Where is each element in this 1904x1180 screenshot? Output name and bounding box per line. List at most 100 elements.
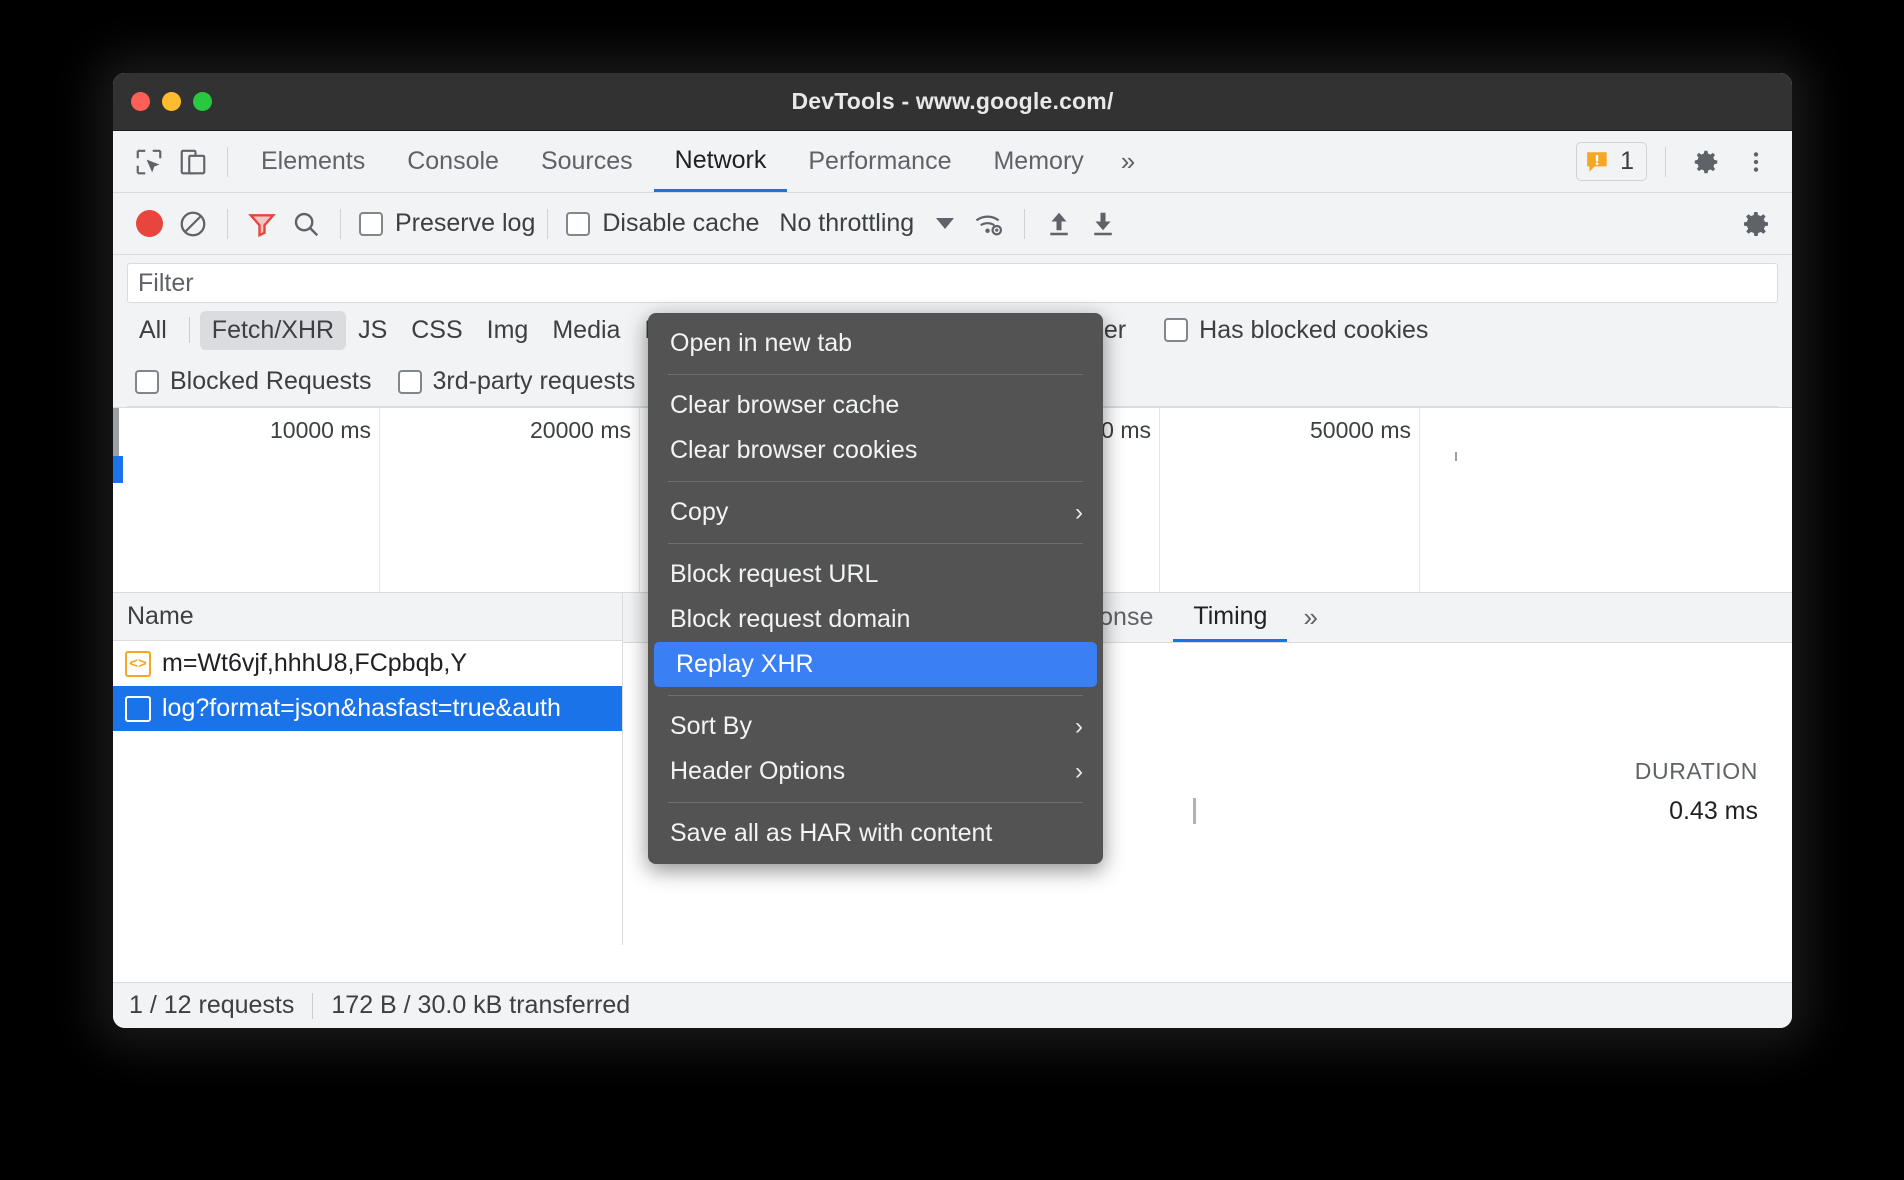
request-list-pane: Name <> m=Wt6vjf,hhhU8,FCpbqb,Y log?form… [113, 593, 623, 945]
has-blocked-cookies-checkbox[interactable]: Has blocked cookies [1164, 316, 1428, 345]
preserve-log-box [359, 212, 383, 236]
disable-cache-box [566, 212, 590, 236]
wifi-gear-icon[interactable] [968, 202, 1012, 246]
download-arrow-icon[interactable] [1081, 202, 1125, 246]
chevron-right-icon: › [1075, 713, 1083, 741]
gear-icon[interactable] [1684, 140, 1728, 184]
tab-timing[interactable]: Timing [1173, 593, 1287, 642]
menu-item-open-in-new-tab[interactable]: Open in new tab [648, 321, 1103, 366]
net-divider-1 [227, 209, 228, 239]
inspect-element-icon[interactable] [127, 140, 171, 184]
disable-cache-checkbox[interactable]: Disable cache [566, 209, 759, 238]
menu-separator [668, 695, 1083, 696]
status-bar: 1 / 12 requests 172 B / 30.0 kB transfer… [113, 982, 1792, 1028]
menu-separator [668, 481, 1083, 482]
request-name: m=Wt6vjf,hhhU8,FCpbqb,Y [162, 649, 467, 678]
network-toolbar: Preserve log Disable cache No throttling [113, 193, 1792, 255]
upload-arrow-icon[interactable] [1037, 202, 1081, 246]
window-title: DevTools - www.google.com/ [113, 88, 1792, 115]
throttling-value: No throttling [779, 209, 914, 238]
network-settings-group [1734, 193, 1778, 254]
third-party-requests-checkbox[interactable]: 3rd-party requests [398, 367, 636, 396]
preserve-log-label: Preserve log [395, 209, 535, 238]
menu-item-label: Header Options [670, 757, 845, 786]
menu-item-label: Save all as HAR with content [670, 819, 992, 848]
overview-tick-50000: 50000 ms [1310, 417, 1419, 444]
filter-input[interactable] [127, 263, 1778, 303]
overview-left-edge [113, 408, 119, 456]
request-column-header[interactable]: Name [113, 593, 622, 641]
tabbar-divider [1665, 147, 1666, 177]
tab-performance[interactable]: Performance [787, 131, 972, 192]
request-name: log?format=json&hasfast=true&auth [162, 694, 561, 723]
tab-memory[interactable]: Memory [972, 131, 1104, 192]
menu-item-save-all-as-har[interactable]: Save all as HAR with content [648, 811, 1103, 856]
menu-item-label: Replay XHR [676, 650, 814, 679]
window-titlebar: DevTools - www.google.com/ [113, 73, 1792, 131]
panel-tabs: Elements Console Sources Network Perform… [240, 131, 1151, 192]
blocked-requests-checkbox[interactable]: Blocked Requests [135, 367, 372, 396]
overview-event-tick [1455, 452, 1457, 461]
type-filter-divider [189, 317, 190, 343]
tab-network[interactable]: Network [654, 131, 788, 192]
menu-item-label: Clear browser cookies [670, 436, 917, 465]
menu-item-copy[interactable]: Copy › [648, 490, 1103, 535]
more-detail-tabs-icon[interactable]: » [1287, 602, 1333, 633]
table-row[interactable]: <> m=Wt6vjf,hhhU8,FCpbqb,Y [113, 641, 622, 686]
tab-console[interactable]: Console [386, 131, 520, 192]
tab-sources[interactable]: Sources [520, 131, 654, 192]
type-filter-img[interactable]: Img [475, 311, 541, 350]
blocked-requests-box [135, 370, 159, 394]
blocked-requests-label: Blocked Requests [170, 367, 372, 396]
type-filter-fetch-xhr[interactable]: Fetch/XHR [200, 311, 346, 350]
table-row[interactable]: log?format=json&hasfast=true&auth [113, 686, 622, 731]
network-settings-gear-icon[interactable] [1734, 202, 1778, 246]
menu-item-label: Clear browser cache [670, 391, 899, 420]
overview-selection-handle[interactable] [113, 456, 123, 483]
tabbar-actions: 1 [1576, 131, 1778, 192]
more-panels-icon[interactable]: » [1105, 146, 1151, 177]
menu-item-replay-xhr[interactable]: Replay XHR [654, 642, 1097, 687]
menu-separator [668, 374, 1083, 375]
devtools-tabbar: Elements Console Sources Network Perform… [113, 131, 1792, 193]
menu-item-clear-browser-cache[interactable]: Clear browser cache [648, 383, 1103, 428]
menu-item-sort-by[interactable]: Sort By › [648, 704, 1103, 749]
third-party-box [398, 370, 422, 394]
menu-item-block-request-domain[interactable]: Block request domain [648, 597, 1103, 642]
duration-column-header: DURATION [1635, 758, 1758, 785]
request-list: <> m=Wt6vjf,hhhU8,FCpbqb,Y log?format=js… [113, 641, 622, 945]
menu-item-block-request-url[interactable]: Block request URL [648, 552, 1103, 597]
screenshot-root: DevTools - www.google.com/ Elements Cons… [0, 0, 1904, 1180]
device-toolbar-icon[interactable] [171, 140, 215, 184]
type-filter-media[interactable]: Media [540, 311, 632, 350]
menu-separator [668, 802, 1083, 803]
chevron-right-icon: › [1075, 499, 1083, 527]
warning-count: 1 [1620, 147, 1634, 176]
disable-cache-label: Disable cache [602, 209, 759, 238]
menu-item-label: Block request domain [670, 605, 910, 634]
script-icon: <> [125, 651, 151, 677]
net-divider-2 [340, 209, 341, 239]
type-filter-css[interactable]: CSS [399, 311, 474, 350]
menu-item-header-options[interactable]: Header Options › [648, 749, 1103, 794]
preserve-log-checkbox[interactable]: Preserve log [359, 209, 535, 238]
menu-item-label: Sort By [670, 712, 752, 741]
clear-button[interactable] [171, 202, 215, 246]
menu-item-label: Copy [670, 498, 728, 527]
tab-elements[interactable]: Elements [240, 131, 386, 192]
type-filter-js[interactable]: JS [346, 311, 399, 350]
kebab-menu-icon[interactable] [1734, 140, 1778, 184]
has-blocked-cookies-box [1164, 318, 1188, 342]
type-filter-all[interactable]: All [127, 311, 179, 350]
menu-item-label: Open in new tab [670, 329, 852, 358]
warning-badge[interactable]: 1 [1576, 142, 1647, 181]
throttling-dropdown[interactable]: No throttling [779, 209, 954, 238]
menu-separator [668, 543, 1083, 544]
record-button[interactable] [127, 202, 171, 246]
filter-icon[interactable] [240, 202, 284, 246]
record-dot-icon [136, 210, 163, 237]
net-divider-3 [547, 209, 548, 239]
timing-row-value: 0.43 ms [1669, 797, 1758, 826]
menu-item-clear-browser-cookies[interactable]: Clear browser cookies [648, 428, 1103, 473]
search-icon[interactable] [284, 202, 328, 246]
